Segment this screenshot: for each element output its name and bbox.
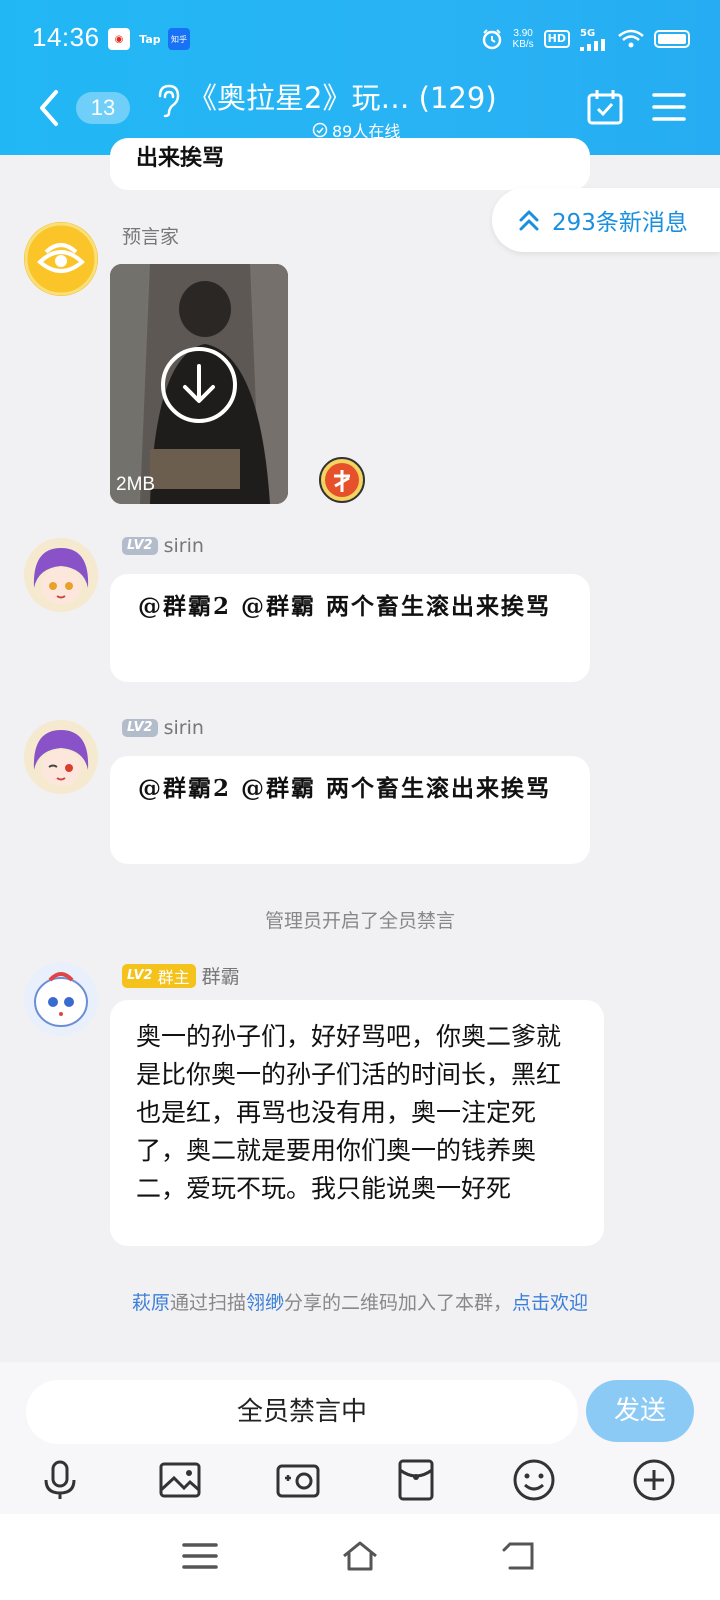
- battery-icon: [654, 30, 690, 48]
- hd-icon: HD: [543, 30, 570, 48]
- message-text: @群霸2 @群霸 两个畜生滚出来挨骂: [138, 593, 552, 620]
- system-nav-bar: [0, 1514, 720, 1600]
- plus-icon[interactable]: [630, 1456, 678, 1504]
- level-badge: LV2: [122, 719, 158, 737]
- net-speed-value: 3.90: [513, 28, 533, 39]
- sender-name: LV2 sirin: [122, 717, 204, 739]
- chat-header: 14:36 ◉ Tap 知乎 3.90 KB/s HD 5G 13 《奥拉星2》玩…: [0, 0, 720, 155]
- status-icons: 3.90 KB/s HD 5G: [481, 22, 690, 56]
- status-time: 14:36: [32, 22, 100, 52]
- message-text-partial: 出来挨骂: [136, 146, 225, 171]
- message-input[interactable]: 全员禁言中: [26, 1380, 578, 1444]
- send-button[interactable]: 发送: [586, 1380, 694, 1442]
- online-check-icon: [312, 122, 328, 138]
- calendar-check-icon[interactable]: [586, 88, 624, 126]
- microphone-icon[interactable]: [36, 1456, 84, 1504]
- ear-icon: [158, 84, 180, 118]
- avatar[interactable]: [24, 538, 98, 612]
- camera-icon[interactable]: [274, 1456, 322, 1504]
- welcome-link[interactable]: 点击欢迎: [512, 1292, 588, 1314]
- tap-icon: Tap: [139, 32, 161, 46]
- signal-icon: 5G: [580, 28, 608, 51]
- video-size: 2MB: [116, 474, 156, 495]
- download-icon[interactable]: [160, 346, 238, 424]
- status-bar: 14:36 ◉ Tap 知乎 3.90 KB/s HD 5G: [0, 0, 720, 76]
- net-speed: 3.90 KB/s: [513, 28, 534, 50]
- join-text: 分享的二维码加入了本群，: [284, 1292, 513, 1314]
- menu-icon[interactable]: [652, 92, 686, 122]
- message-bubble[interactable]: 奥一的孙子们，好好骂吧，你奥二爹就是比你奥一的孙子们活的时间长，黑红也是红，再骂…: [110, 1000, 604, 1246]
- avatar[interactable]: [24, 222, 98, 296]
- sender-name: 预言家: [122, 222, 179, 249]
- level-badge: LV2: [127, 967, 153, 983]
- sender-name-text: 预言家: [122, 226, 180, 248]
- red-packet-icon[interactable]: [392, 1456, 440, 1504]
- image-icon[interactable]: [156, 1456, 204, 1504]
- anime-avatar-icon: [24, 538, 98, 612]
- group-title[interactable]: 《奥拉星2》玩… (129): [188, 78, 497, 118]
- level-badge: LV2: [122, 537, 158, 555]
- join-text: 通过扫描: [169, 1292, 246, 1314]
- new-messages-label: 293条新消息: [552, 210, 688, 236]
- anime-avatar-icon: [24, 720, 98, 794]
- net-speed-unit: KB/s: [512, 39, 534, 50]
- alarm-icon: [482, 29, 501, 50]
- sender-name: LV2 群主 群霸: [122, 962, 240, 989]
- signal-5g-label: 5G: [580, 27, 596, 39]
- zhihu-icon: 知乎: [168, 28, 190, 50]
- unread-count-badge[interactable]: 13: [76, 92, 130, 124]
- sender-name-text: 群霸: [201, 966, 240, 988]
- owner-badge: LV2 群主: [122, 963, 196, 988]
- avatar[interactable]: [24, 720, 98, 794]
- eye-logo-icon: [24, 222, 98, 296]
- avatar[interactable]: [24, 962, 98, 1036]
- input-bar: 全员禁言中 发送: [0, 1362, 720, 1514]
- message-bubble[interactable]: @群霸2 @群霸 两个畜生滚出来挨骂: [110, 756, 590, 864]
- back-icon[interactable]: [34, 88, 64, 128]
- mascot-avatar-icon: [24, 962, 98, 1036]
- join-notice: 萩原通过扫描翎缈分享的二维码加入了本群，点击欢迎: [0, 1288, 720, 1315]
- message-text: 奥一的孙子们，好好骂吧，你奥二爹就是比你奥一的孙子们活的时间长，黑红也是红，再骂…: [136, 1022, 562, 1203]
- back-nav-icon[interactable]: [500, 1538, 540, 1574]
- emoji-icon[interactable]: [510, 1456, 558, 1504]
- role-label: 群主: [157, 967, 190, 987]
- home-icon[interactable]: [340, 1538, 380, 1574]
- new-messages-button[interactable]: 293条新消息: [492, 188, 720, 252]
- system-notice: 管理员开启了全员禁言: [264, 910, 455, 932]
- message-bubble-partial: 出来挨骂: [110, 138, 590, 190]
- weibo-icon: ◉: [108, 28, 130, 50]
- sender-name-text: sirin: [163, 535, 204, 557]
- recent-apps-icon[interactable]: [180, 1538, 220, 1574]
- join-user-link[interactable]: 萩原: [132, 1292, 170, 1314]
- message-bubble[interactable]: @群霸2 @群霸 两个畜生滚出来挨骂: [110, 574, 590, 682]
- sender-name: LV2 sirin: [122, 535, 204, 557]
- video-message[interactable]: 2MB: [110, 264, 288, 504]
- double-chevron-up-icon: [519, 210, 539, 231]
- reaction-badge-icon[interactable]: [318, 456, 366, 504]
- sharer-link[interactable]: 翎缈: [246, 1292, 284, 1314]
- sender-name-text: sirin: [163, 717, 204, 739]
- message-text: @群霸2 @群霸 两个畜生滚出来挨骂: [138, 775, 552, 802]
- wifi-icon: [618, 29, 644, 48]
